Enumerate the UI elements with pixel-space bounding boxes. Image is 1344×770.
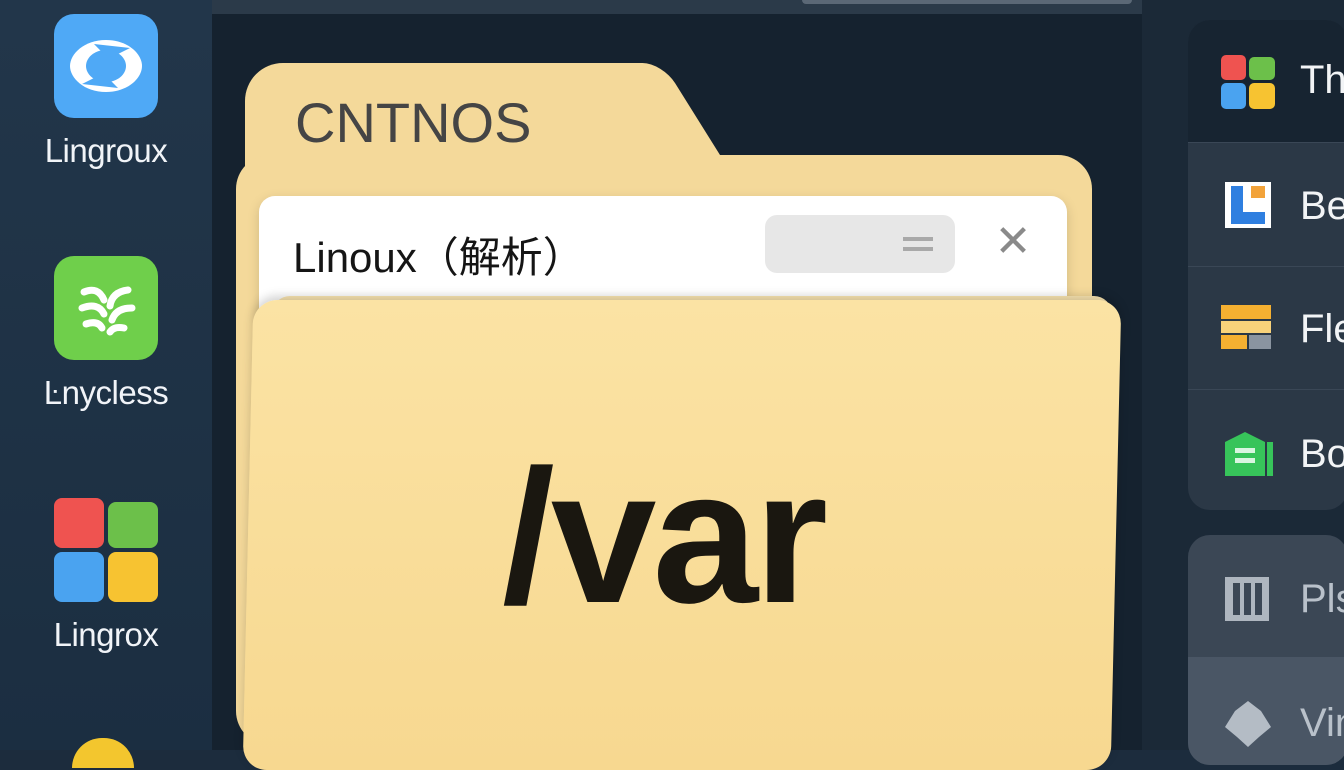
dock-label: Ŀnycless <box>43 374 169 411</box>
dock-label: Lingroux <box>44 132 168 169</box>
swirl-app-icon <box>54 14 158 118</box>
dialog-menu-button[interactable] <box>765 215 955 273</box>
blue-bracket-icon <box>1225 182 1271 228</box>
menu-icon <box>903 237 933 251</box>
windows-grid-icon <box>1221 55 1275 109</box>
folder-path-label: /var <box>502 431 828 643</box>
right-menu-label: Bo <box>1300 432 1344 476</box>
right-menu-label: Pls <box>1300 577 1344 621</box>
dock-label: Lingrox <box>53 616 159 653</box>
right-menu-label: Fle <box>1300 307 1344 351</box>
right-menu-label: Vin <box>1300 701 1344 745</box>
partial-app-icon[interactable] <box>72 738 134 768</box>
green-book-icon <box>1225 432 1273 476</box>
dock-item-lingroux[interactable]: Lingroux <box>0 14 212 170</box>
right-secondary-card: Pls Vin <box>1188 535 1344 765</box>
right-menu-item-th[interactable]: Th <box>1188 20 1344 143</box>
dock-item-lingrox[interactable]: Lingrox <box>0 498 212 654</box>
right-menu-item-be[interactable]: Be <box>1188 144 1344 267</box>
top-bar-handle[interactable] <box>802 0 1132 4</box>
right-menu-item-bo[interactable]: Bo <box>1188 390 1344 510</box>
folder-stack-icon <box>1221 305 1271 349</box>
right-menu-label: Th <box>1300 58 1344 102</box>
folder-title: CNTNOS <box>295 91 532 154</box>
right-menu-card: Th Be Fle Bo <box>1188 20 1344 510</box>
right-menu-item-vin[interactable]: Vin <box>1188 657 1344 765</box>
columns-icon <box>1225 577 1269 621</box>
dialog-title: Linoux（解析） <box>293 234 585 281</box>
windows-grid-icon <box>54 498 158 602</box>
app-dock: Lingroux Ŀnycless Lingrox <box>0 0 212 768</box>
close-icon[interactable]: ✕ <box>993 220 1033 264</box>
leaf-app-icon <box>54 256 158 360</box>
right-menu-label: Be <box>1300 184 1344 228</box>
right-menu-item-pls[interactable]: Pls <box>1188 535 1344 657</box>
shape-icon <box>1225 701 1271 747</box>
dock-item-enycless[interactable]: Ŀnycless <box>0 256 212 412</box>
right-menu-item-fle[interactable]: Fle <box>1188 267 1344 390</box>
top-bar <box>212 0 1142 14</box>
